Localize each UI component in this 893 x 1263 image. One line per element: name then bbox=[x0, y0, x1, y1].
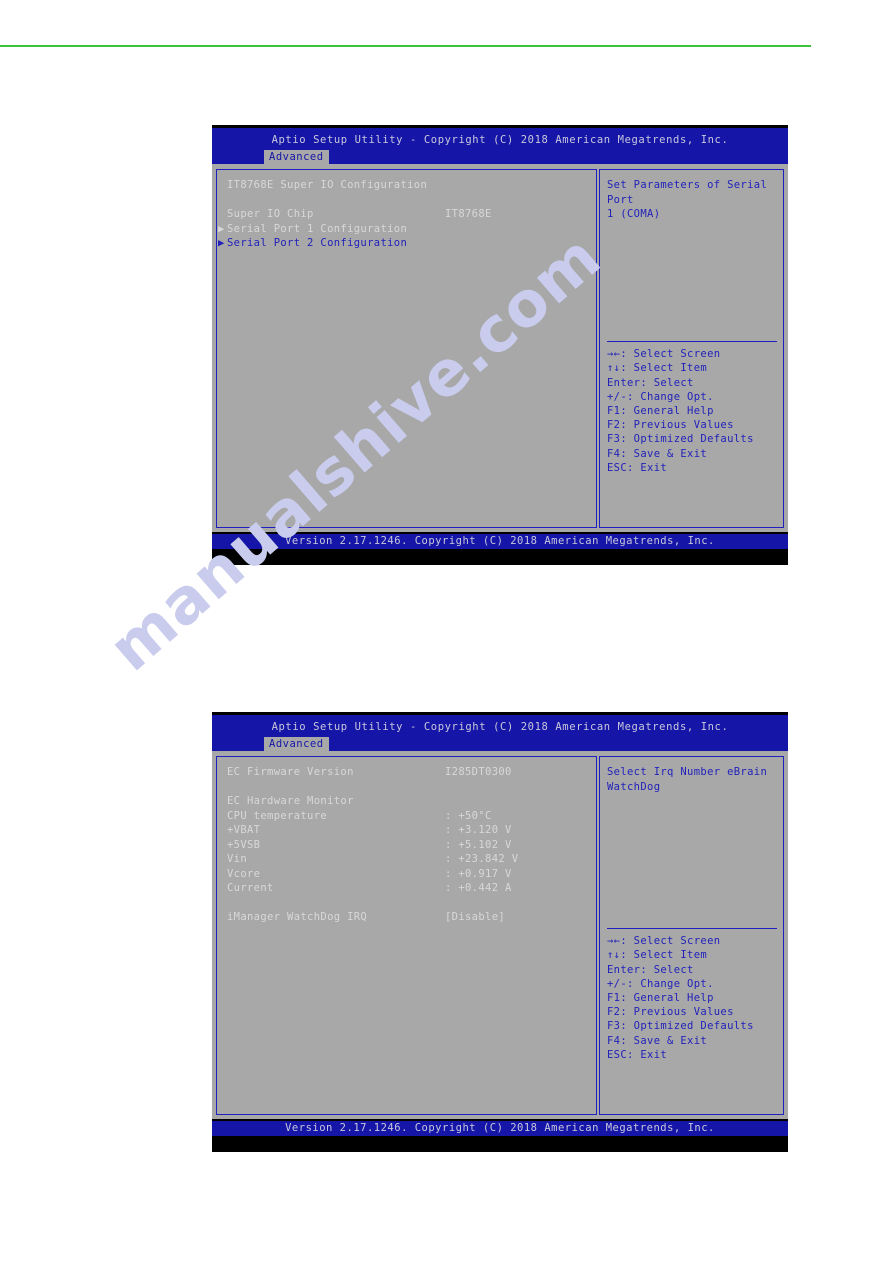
legend-select-item: ↑↓: Select Item bbox=[607, 949, 708, 962]
bios-footer-wrap: Version 2.17.1246. Copyright (C) 2018 Am… bbox=[212, 532, 788, 551]
key-legend: →←: Select Screen ↑↓: Select Item Enter:… bbox=[607, 341, 777, 475]
tab-advanced[interactable]: Advanced bbox=[264, 737, 329, 751]
setting-value: : +5.102 V bbox=[445, 838, 512, 851]
bios-body: EC Firmware Version I285DT0300 EC Hardwa… bbox=[212, 751, 788, 1119]
help-text: Set Parameters of Serial Port 1 (COMA) bbox=[607, 179, 768, 220]
legend-save-exit: F4: Save & Exit bbox=[607, 447, 708, 460]
bios-header: Aptio Setup Utility - Copyright (C) 2018… bbox=[212, 715, 788, 751]
legend-general-help: F1: General Help bbox=[607, 991, 714, 1004]
legend-optimized-defaults: F3: Optimized Defaults bbox=[607, 433, 754, 446]
submenu-arrow-icon: ▶ bbox=[218, 237, 225, 249]
legend-select-screen: →←: Select Screen bbox=[607, 348, 721, 361]
legend-enter-select: Enter: Select bbox=[607, 376, 694, 389]
legend-optimized-defaults: F3: Optimized Defaults bbox=[607, 1020, 754, 1033]
bios-title: Aptio Setup Utility - Copyright (C) 2018… bbox=[271, 721, 729, 733]
setting-label: Super IO Chip bbox=[227, 208, 314, 220]
bios-screen-ec-hardware-monitor: Aptio Setup Utility - Copyright (C) 2018… bbox=[212, 712, 788, 1152]
help-pane: Set Parameters of Serial Port 1 (COMA) →… bbox=[599, 169, 784, 528]
bios-title: Aptio Setup Utility - Copyright (C) 2018… bbox=[271, 134, 729, 146]
key-legend: →←: Select Screen ↑↓: Select Item Enter:… bbox=[607, 928, 777, 1062]
list-item-ec-firmware-version: EC Firmware Version I285DT0300 bbox=[227, 765, 596, 780]
list-item-vcore: Vcore : +0.917 V bbox=[227, 867, 596, 882]
page-top-rule bbox=[0, 45, 811, 47]
setting-label: EC Firmware Version bbox=[227, 766, 354, 778]
setting-value: : +0.442 A bbox=[445, 882, 512, 894]
legend-esc-exit: ESC: Exit bbox=[607, 461, 668, 474]
help-text: Select Irq Number eBrain WatchDog bbox=[607, 766, 768, 793]
setting-label: EC Hardware Monitor bbox=[227, 795, 354, 807]
setting-value: : +0.917 V bbox=[445, 867, 512, 880]
group-heading-ec-hardware-monitor: EC Hardware Monitor bbox=[227, 794, 596, 809]
legend-enter-select: Enter: Select bbox=[607, 963, 694, 976]
bios-footer: Version 2.17.1246. Copyright (C) 2018 Am… bbox=[212, 534, 788, 549]
legend-previous-values: F2: Previous Values bbox=[607, 419, 734, 432]
help-pane: Select Irq Number eBrain WatchDog →←: Se… bbox=[599, 756, 784, 1115]
section-heading: IT8768E Super IO Configuration bbox=[227, 178, 596, 193]
setting-label: CPU temperature bbox=[227, 809, 328, 822]
legend-general-help: F1: General Help bbox=[607, 404, 714, 417]
list-item-imanager-watchdog-irq[interactable]: iManager WatchDog IRQ [Disable] bbox=[227, 910, 596, 925]
setting-label-text: Serial Port 2 Configuration bbox=[227, 237, 408, 249]
setting-label: Vin bbox=[227, 853, 248, 865]
legend-esc-exit: ESC: Exit bbox=[607, 1048, 668, 1061]
list-item-vin: Vin : +23.842 V bbox=[227, 852, 596, 867]
list-item-cpu-temperature: CPU temperature : +50°C bbox=[227, 809, 596, 824]
setting-label: +VBAT bbox=[227, 824, 261, 836]
setting-value: I285DT0300 bbox=[445, 766, 512, 778]
setting-label: Current bbox=[227, 882, 274, 894]
setting-label: iManager WatchDog IRQ bbox=[227, 911, 368, 923]
section-heading-label: IT8768E Super IO Configuration bbox=[227, 179, 428, 191]
list-item-current: Current : +0.442 A bbox=[227, 881, 596, 896]
setting-value: : +3.120 V bbox=[445, 824, 512, 836]
setting-label: +5VSB bbox=[227, 838, 261, 851]
bios-footer: Version 2.17.1246. Copyright (C) 2018 Am… bbox=[212, 1121, 788, 1136]
bios-footer-wrap: Version 2.17.1246. Copyright (C) 2018 Am… bbox=[212, 1119, 788, 1138]
setting-label: ▶ Serial Port 2 Configuration bbox=[218, 236, 445, 251]
setting-label: Vcore bbox=[227, 867, 261, 880]
setting-label: ▶ Serial Port 1 Configuration bbox=[218, 222, 445, 237]
setting-label-text: Serial Port 1 Configuration bbox=[227, 222, 408, 235]
bios-screen-super-io: Aptio Setup Utility - Copyright (C) 2018… bbox=[212, 125, 788, 565]
bios-tabbar: Advanced bbox=[212, 150, 788, 164]
settings-pane: EC Firmware Version I285DT0300 EC Hardwa… bbox=[216, 756, 597, 1115]
list-item[interactable]: Super IO Chip IT8768E bbox=[227, 207, 596, 222]
setting-value: : +23.842 V bbox=[445, 853, 519, 865]
legend-previous-values: F2: Previous Values bbox=[607, 1006, 734, 1019]
submenu-arrow-icon: ▶ bbox=[218, 222, 225, 235]
settings-pane: IT8768E Super IO Configuration Super IO … bbox=[216, 169, 597, 528]
setting-value[interactable]: [Disable] bbox=[445, 910, 505, 925]
legend-select-screen: →←: Select Screen bbox=[607, 935, 721, 948]
list-item-vbat: +VBAT : +3.120 V bbox=[227, 823, 596, 838]
list-item-5vsb: +5VSB : +5.102 V bbox=[227, 838, 596, 853]
setting-value: IT8768E bbox=[445, 208, 492, 220]
legend-select-item: ↑↓: Select Item bbox=[607, 362, 708, 375]
setting-value: : +50°C bbox=[445, 809, 492, 822]
legend-change-opt: +/-: Change Opt. bbox=[607, 977, 714, 990]
tab-advanced[interactable]: Advanced bbox=[264, 150, 329, 164]
list-item-serial-port-2[interactable]: ▶ Serial Port 2 Configuration bbox=[218, 236, 596, 251]
legend-save-exit: F4: Save & Exit bbox=[607, 1034, 708, 1047]
bios-tabbar: Advanced bbox=[212, 737, 788, 751]
bios-header: Aptio Setup Utility - Copyright (C) 2018… bbox=[212, 128, 788, 164]
bios-body: IT8768E Super IO Configuration Super IO … bbox=[212, 164, 788, 532]
legend-change-opt: +/-: Change Opt. bbox=[607, 390, 714, 403]
list-item-serial-port-1[interactable]: ▶ Serial Port 1 Configuration bbox=[218, 222, 596, 237]
